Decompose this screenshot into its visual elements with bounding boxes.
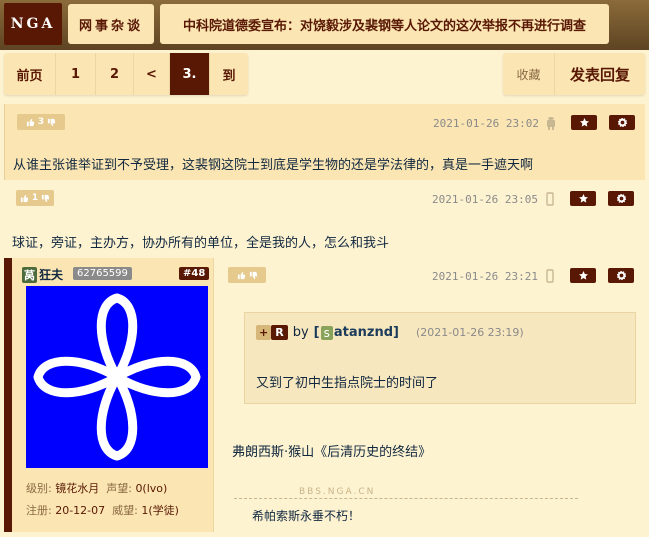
android-icon xyxy=(547,117,555,130)
favorite-button[interactable]: 收藏 xyxy=(503,53,555,95)
user-reputation: 1(学徒) xyxy=(141,504,179,517)
star-button[interactable] xyxy=(570,191,596,206)
post-content: 弗朗西斯·猴山《后清历史的终结》 xyxy=(232,445,432,460)
post-reply-button[interactable]: 发表回复 xyxy=(555,53,645,95)
user-level: 镜花水月 xyxy=(55,482,100,495)
user-stats-row2: 注册: 20-12-07 威望: 1(学徒) xyxy=(26,502,179,518)
joined-label: 注册: xyxy=(26,504,52,517)
quote-reply-tag[interactable]: R xyxy=(271,325,288,340)
user-group-badge: 莴 xyxy=(22,266,37,283)
post-content: 球证，旁证，主办方，协办所有的单位，全是我的人，怎么和我斗 xyxy=(12,236,390,251)
reply-post: 1 2021-01-26 23:05 球证，旁证，主办方，协办所有的单位，全是我… xyxy=(4,180,645,258)
star-icon xyxy=(578,194,588,203)
gear-icon xyxy=(616,194,626,203)
thread-actions: 收藏 发表回复 xyxy=(503,53,645,95)
post-time: 2021-01-26 23:02 xyxy=(433,117,539,130)
post-meta: 3 2021-01-26 23:02 xyxy=(5,104,645,144)
breadcrumb-forum[interactable]: 网事杂谈 xyxy=(68,4,154,44)
thread-title[interactable]: 中科院道德委宣布：对饶毅涉及裴钢等人论文的这次举报不再进行调查 xyxy=(160,4,609,44)
thumb-up-icon[interactable] xyxy=(20,194,29,203)
star-button[interactable] xyxy=(571,115,597,130)
top-nav-bar: NGA 网事杂谈 中科院道德委宣布：对饶毅涉及裴钢等人论文的这次举报不再进行调查 xyxy=(0,0,649,50)
nga-logo[interactable]: NGA xyxy=(4,3,62,45)
level-label: 级别: xyxy=(26,482,52,495)
mobile-icon xyxy=(546,192,554,206)
quote-user-initial: s xyxy=(320,325,333,340)
thumb-down-icon[interactable] xyxy=(249,271,258,280)
page-1-button[interactable]: 1 xyxy=(56,53,96,95)
thumb-down-icon[interactable] xyxy=(41,194,50,203)
star-button[interactable] xyxy=(570,268,596,283)
post-body: 2021-01-26 23:21 + R by [ s atanznd] (20… xyxy=(214,258,645,532)
quote-expand-button[interactable]: + xyxy=(256,325,272,340)
quote-header: + R by [ s atanznd] (2021-01-26 23:19) xyxy=(256,325,524,340)
quote-bracket: [ xyxy=(313,325,320,340)
settings-button[interactable] xyxy=(609,115,635,130)
pagination: 前页 1 2 < 3. 到 xyxy=(4,53,248,95)
vote-widget[interactable] xyxy=(228,267,266,283)
settings-button[interactable] xyxy=(608,268,634,283)
username-text[interactable]: 狂夫 xyxy=(39,266,63,283)
page-current: 3. xyxy=(170,53,210,95)
user-id-badge[interactable]: 62765599 xyxy=(73,267,132,280)
page-2-button[interactable]: 2 xyxy=(96,53,134,95)
thumb-down-icon[interactable] xyxy=(47,118,56,127)
prestige-label: 声望: xyxy=(106,482,132,495)
star-icon xyxy=(578,271,588,280)
floor-post: 莴 狂夫 62765599 #48 级别: 镜花水月 声望: 0(lvo) 注册… xyxy=(4,258,645,532)
vote-widget[interactable]: 3 xyxy=(17,114,65,130)
mobile-icon xyxy=(546,269,554,283)
settings-button[interactable] xyxy=(608,191,634,206)
avatar[interactable] xyxy=(26,286,208,468)
post-time: 2021-01-26 23:05 xyxy=(432,193,538,206)
thumb-up-icon[interactable] xyxy=(237,271,246,280)
quote-time: (2021-01-26 23:19) xyxy=(415,326,524,339)
user-sidebar: 莴 狂夫 62765599 #48 级别: 镜花水月 声望: 0(lvo) 注册… xyxy=(12,258,214,532)
floor-number[interactable]: #48 xyxy=(179,267,210,280)
post-content: 从谁主张谁举证到不予受理，这裴钢这院士到底是学生物的还是学法律的，真是一手遮天啊 xyxy=(13,158,534,173)
page-first-button[interactable]: 前页 xyxy=(4,53,56,95)
page-prev-button[interactable]: < xyxy=(134,53,170,95)
user-joined: 20-12-07 xyxy=(55,504,106,517)
quote-user-link[interactable]: [ s atanznd] xyxy=(314,325,399,340)
vote-count: 3 xyxy=(37,117,45,127)
star-icon xyxy=(579,118,589,127)
gear-icon xyxy=(616,271,626,280)
user-prestige: 0(lvo) xyxy=(135,482,168,495)
thumb-up-icon[interactable] xyxy=(26,118,35,127)
reply-post: 3 2021-01-26 23:02 从谁主张谁举证到不予受理，这裴钢这院士到底… xyxy=(4,104,645,180)
quote-block: + R by [ s atanznd] (2021-01-26 23:19) 又… xyxy=(244,312,636,404)
reputation-label: 威望: xyxy=(112,504,138,517)
username[interactable]: 莴 狂夫 xyxy=(22,266,63,283)
vote-widget[interactable]: 1 xyxy=(16,190,54,206)
signature-divider xyxy=(234,498,578,499)
user-stats-row1: 级别: 镜花水月 声望: 0(lvo) xyxy=(26,480,167,496)
user-signature: 希帕索斯永垂不朽！ xyxy=(252,509,361,523)
quote-text: 又到了初中生指点院士的时间了 xyxy=(256,376,439,391)
quote-user: atanznd] xyxy=(333,325,399,340)
page-goto-button[interactable]: 到 xyxy=(210,53,248,95)
site-watermark: BBS.NGA.CN xyxy=(296,487,379,497)
vote-count: 1 xyxy=(31,193,39,203)
post-time: 2021-01-26 23:21 xyxy=(432,270,538,283)
quote-by: by xyxy=(292,325,309,340)
post-meta: 1 2021-01-26 23:05 xyxy=(4,180,645,220)
gear-icon xyxy=(617,118,627,127)
